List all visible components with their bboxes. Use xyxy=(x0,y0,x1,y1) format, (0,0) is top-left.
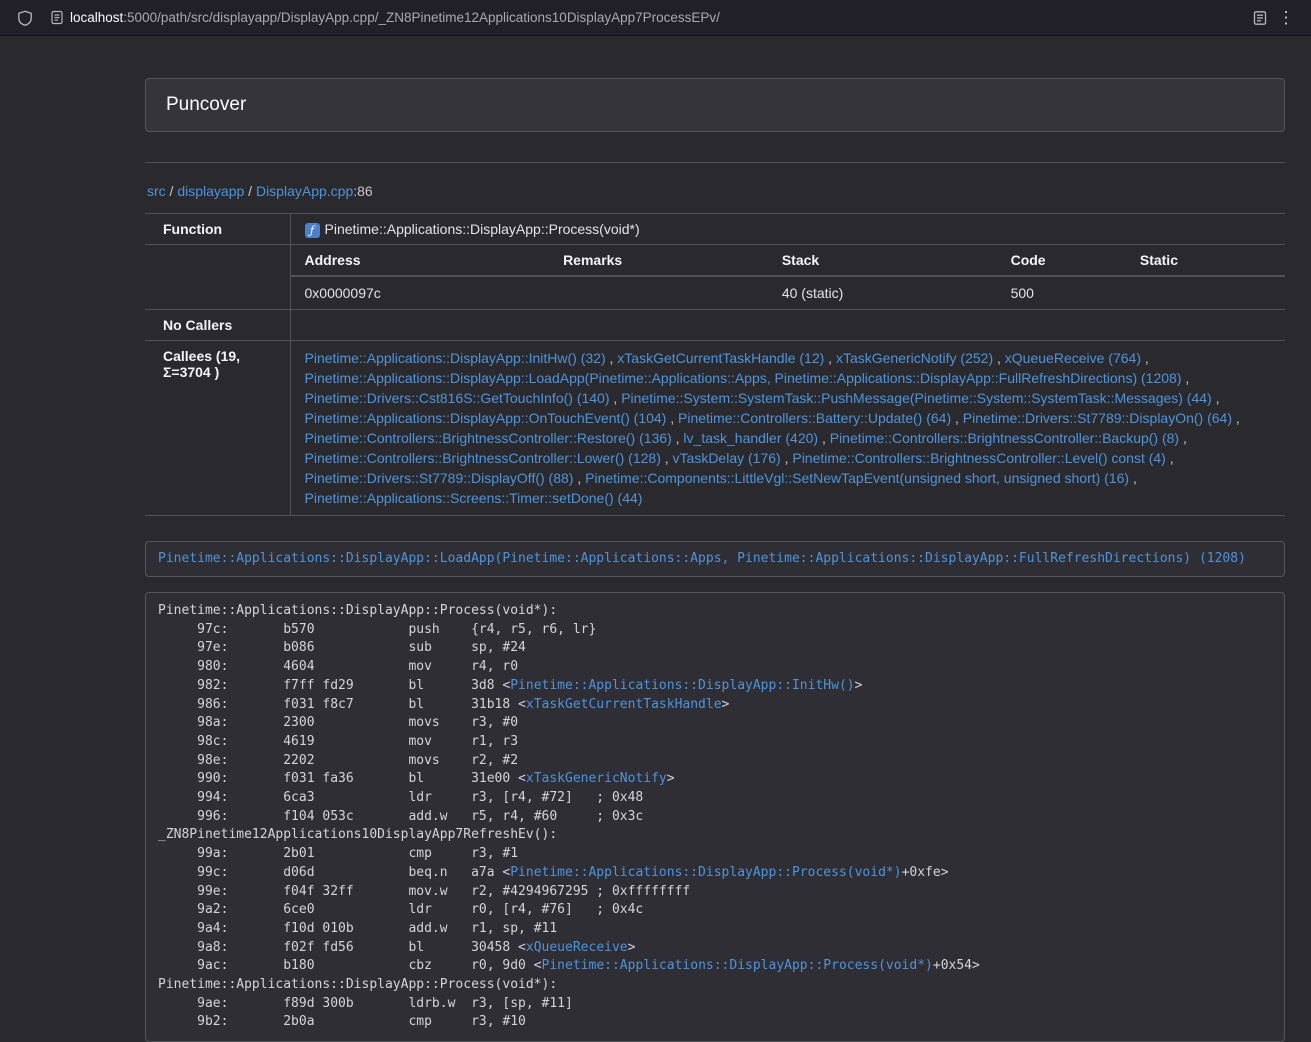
callee-separator: , xyxy=(951,410,963,426)
stack-cell: 40 (static) xyxy=(768,276,997,309)
callee-link[interactable]: lv_task_handler (420) xyxy=(683,430,818,446)
callee-link[interactable]: Pinetime::Applications::DisplayApp::Load… xyxy=(305,370,1182,386)
callee-link[interactable]: xQueueReceive (764) xyxy=(1005,350,1141,366)
column-header-remarks: Remarks xyxy=(549,245,768,276)
function-label: Function xyxy=(145,214,290,245)
callee-link[interactable]: xTaskGetCurrentTaskHandle (12) xyxy=(617,350,824,366)
callee-link[interactable]: Pinetime::System::SystemTask::PushMessag… xyxy=(621,390,1212,406)
function-pictogram-icon: ƒ xyxy=(305,223,320,238)
callee-separator: , xyxy=(1232,410,1240,426)
callee-separator: , xyxy=(606,350,618,366)
code-cell: 500 xyxy=(997,276,1126,309)
function-row: Function ƒ Pinetime::Applications::Displa… xyxy=(145,214,1285,245)
remarks-cell xyxy=(549,276,768,309)
highlighted-callee-link[interactable]: Pinetime::Applications::DisplayApp::Load… xyxy=(158,551,1246,566)
callee-separator: , xyxy=(672,430,684,446)
divider xyxy=(145,162,1285,163)
callee-separator: , xyxy=(993,350,1005,366)
callee-separator: , xyxy=(661,450,673,466)
callee-separator: , xyxy=(1179,430,1187,446)
callee-separator: , xyxy=(1129,470,1137,486)
callee-link[interactable]: Pinetime::Components::LittleVgl::SetNewT… xyxy=(585,470,1129,486)
metrics-row: Address Remarks Stack Code Static 0x0000… xyxy=(145,245,1285,310)
callee-separator: , xyxy=(824,350,836,366)
disassembly-symbol-link[interactable]: Pinetime::Applications::DisplayApp::Proc… xyxy=(510,865,901,880)
function-name: Pinetime::Applications::DisplayApp::Proc… xyxy=(325,221,640,237)
callee-separator: , xyxy=(1141,350,1149,366)
callee-link[interactable]: Pinetime::Controllers::Battery::Update()… xyxy=(678,410,951,426)
highlighted-callee-box: Pinetime::Applications::DisplayApp::Load… xyxy=(145,541,1285,577)
column-header-stack: Stack xyxy=(768,245,997,276)
kebab-menu-icon[interactable]: ⋮ xyxy=(1273,5,1299,31)
disassembly-symbol-link[interactable]: xTaskGetCurrentTaskHandle xyxy=(526,697,722,712)
callee-separator: , xyxy=(666,410,678,426)
callee-link[interactable]: Pinetime::Controllers::BrightnessControl… xyxy=(830,430,1179,446)
callee-separator: , xyxy=(818,430,830,446)
disassembly-symbol-link[interactable]: Pinetime::Applications::DisplayApp::Init… xyxy=(510,678,854,693)
callee-separator: , xyxy=(1181,370,1189,386)
metrics-cell: Address Remarks Stack Code Static 0x0000… xyxy=(290,245,1285,310)
callee-separator: , xyxy=(610,390,622,406)
function-cell: ƒ Pinetime::Applications::DisplayApp::Pro… xyxy=(290,214,1285,245)
callee-link[interactable]: Pinetime::Controllers::BrightnessControl… xyxy=(305,450,661,466)
breadcrumb: src / displayapp / DisplayApp.cpp:86 xyxy=(147,183,1285,199)
page-info-icon[interactable] xyxy=(44,5,70,31)
empty-label-cell xyxy=(145,245,290,310)
callee-link[interactable]: Pinetime::Drivers::St7789::DisplayOn() (… xyxy=(963,410,1232,426)
callee-link[interactable]: Pinetime::Controllers::BrightnessControl… xyxy=(305,430,672,446)
callee-link[interactable]: Pinetime::Drivers::Cst816S::GetTouchInfo… xyxy=(305,390,610,406)
callee-separator: , xyxy=(781,450,793,466)
no-callers-label: No Callers xyxy=(145,310,290,341)
breadcrumb-separator: / xyxy=(166,183,178,199)
callee-separator: , xyxy=(1212,390,1220,406)
static-cell xyxy=(1126,276,1285,309)
function-table: Function ƒPinetime::Applications::Displa… xyxy=(145,213,1285,516)
metrics-table: Address Remarks Stack Code Static 0x0000… xyxy=(291,245,1286,309)
breadcrumb-link[interactable]: displayapp xyxy=(177,183,244,199)
callee-link[interactable]: xTaskGenericNotify (252) xyxy=(836,350,993,366)
callee-link[interactable]: Pinetime::Controllers::BrightnessControl… xyxy=(792,450,1165,466)
browser-toolbar: localhost:5000/path/src/displayapp/Displ… xyxy=(0,0,1311,36)
disassembly-symbol-link[interactable]: xQueueReceive xyxy=(526,940,628,955)
column-header-code: Code xyxy=(997,245,1126,276)
metrics-value-row: 0x0000097c 40 (static) 500 xyxy=(291,276,1286,309)
breadcrumb-line-number: :86 xyxy=(353,183,372,199)
callee-link[interactable]: Pinetime::Applications::DisplayApp::Init… xyxy=(305,350,606,366)
reader-view-icon[interactable] xyxy=(1247,5,1273,31)
breadcrumb-link[interactable]: src xyxy=(147,183,166,199)
callee-link[interactable]: Pinetime::Applications::DisplayApp::OnTo… xyxy=(305,410,667,426)
disassembly-symbol-link[interactable]: Pinetime::Applications::DisplayApp::Proc… xyxy=(542,958,933,973)
callee-separator: , xyxy=(573,470,585,486)
url-path: :5000/path/src/displayapp/DisplayApp.cpp… xyxy=(123,10,720,25)
url-host: localhost xyxy=(70,10,123,25)
shield-icon[interactable] xyxy=(12,5,38,31)
callers-cell xyxy=(290,310,1285,341)
page-container: Puncover src / displayapp / DisplayApp.c… xyxy=(145,78,1285,1042)
callers-row: No Callers xyxy=(145,310,1285,341)
callees-label: Callees (19, Σ=3704 ) xyxy=(145,341,290,516)
page-header: Puncover xyxy=(145,78,1285,132)
breadcrumb-link[interactable]: DisplayApp.cpp xyxy=(256,183,353,199)
callee-link[interactable]: Pinetime::Drivers::St7789::DisplayOff() … xyxy=(305,470,574,486)
column-header-address: Address xyxy=(291,245,550,276)
column-header-static: Static xyxy=(1126,245,1285,276)
callee-link[interactable]: vTaskDelay (176) xyxy=(673,450,781,466)
disassembly-pre: Pinetime::Applications::DisplayApp::Proc… xyxy=(145,592,1285,1042)
callee-separator: , xyxy=(1166,450,1174,466)
metrics-header-row: Address Remarks Stack Code Static xyxy=(291,245,1286,276)
callee-link[interactable]: Pinetime::Applications::Screens::Timer::… xyxy=(305,490,643,506)
disassembly-symbol-link[interactable]: xTaskGenericNotify xyxy=(526,771,667,786)
page-title: Puncover xyxy=(166,94,1264,116)
address-cell: 0x0000097c xyxy=(291,276,550,309)
callees-list: Pinetime::Applications::DisplayApp::Init… xyxy=(290,341,1285,516)
breadcrumb-separator: / xyxy=(244,183,256,199)
callees-row: Callees (19, Σ=3704 ) Pinetime::Applicat… xyxy=(145,341,1285,516)
url-bar[interactable]: localhost:5000/path/src/displayapp/Displ… xyxy=(38,3,1247,33)
